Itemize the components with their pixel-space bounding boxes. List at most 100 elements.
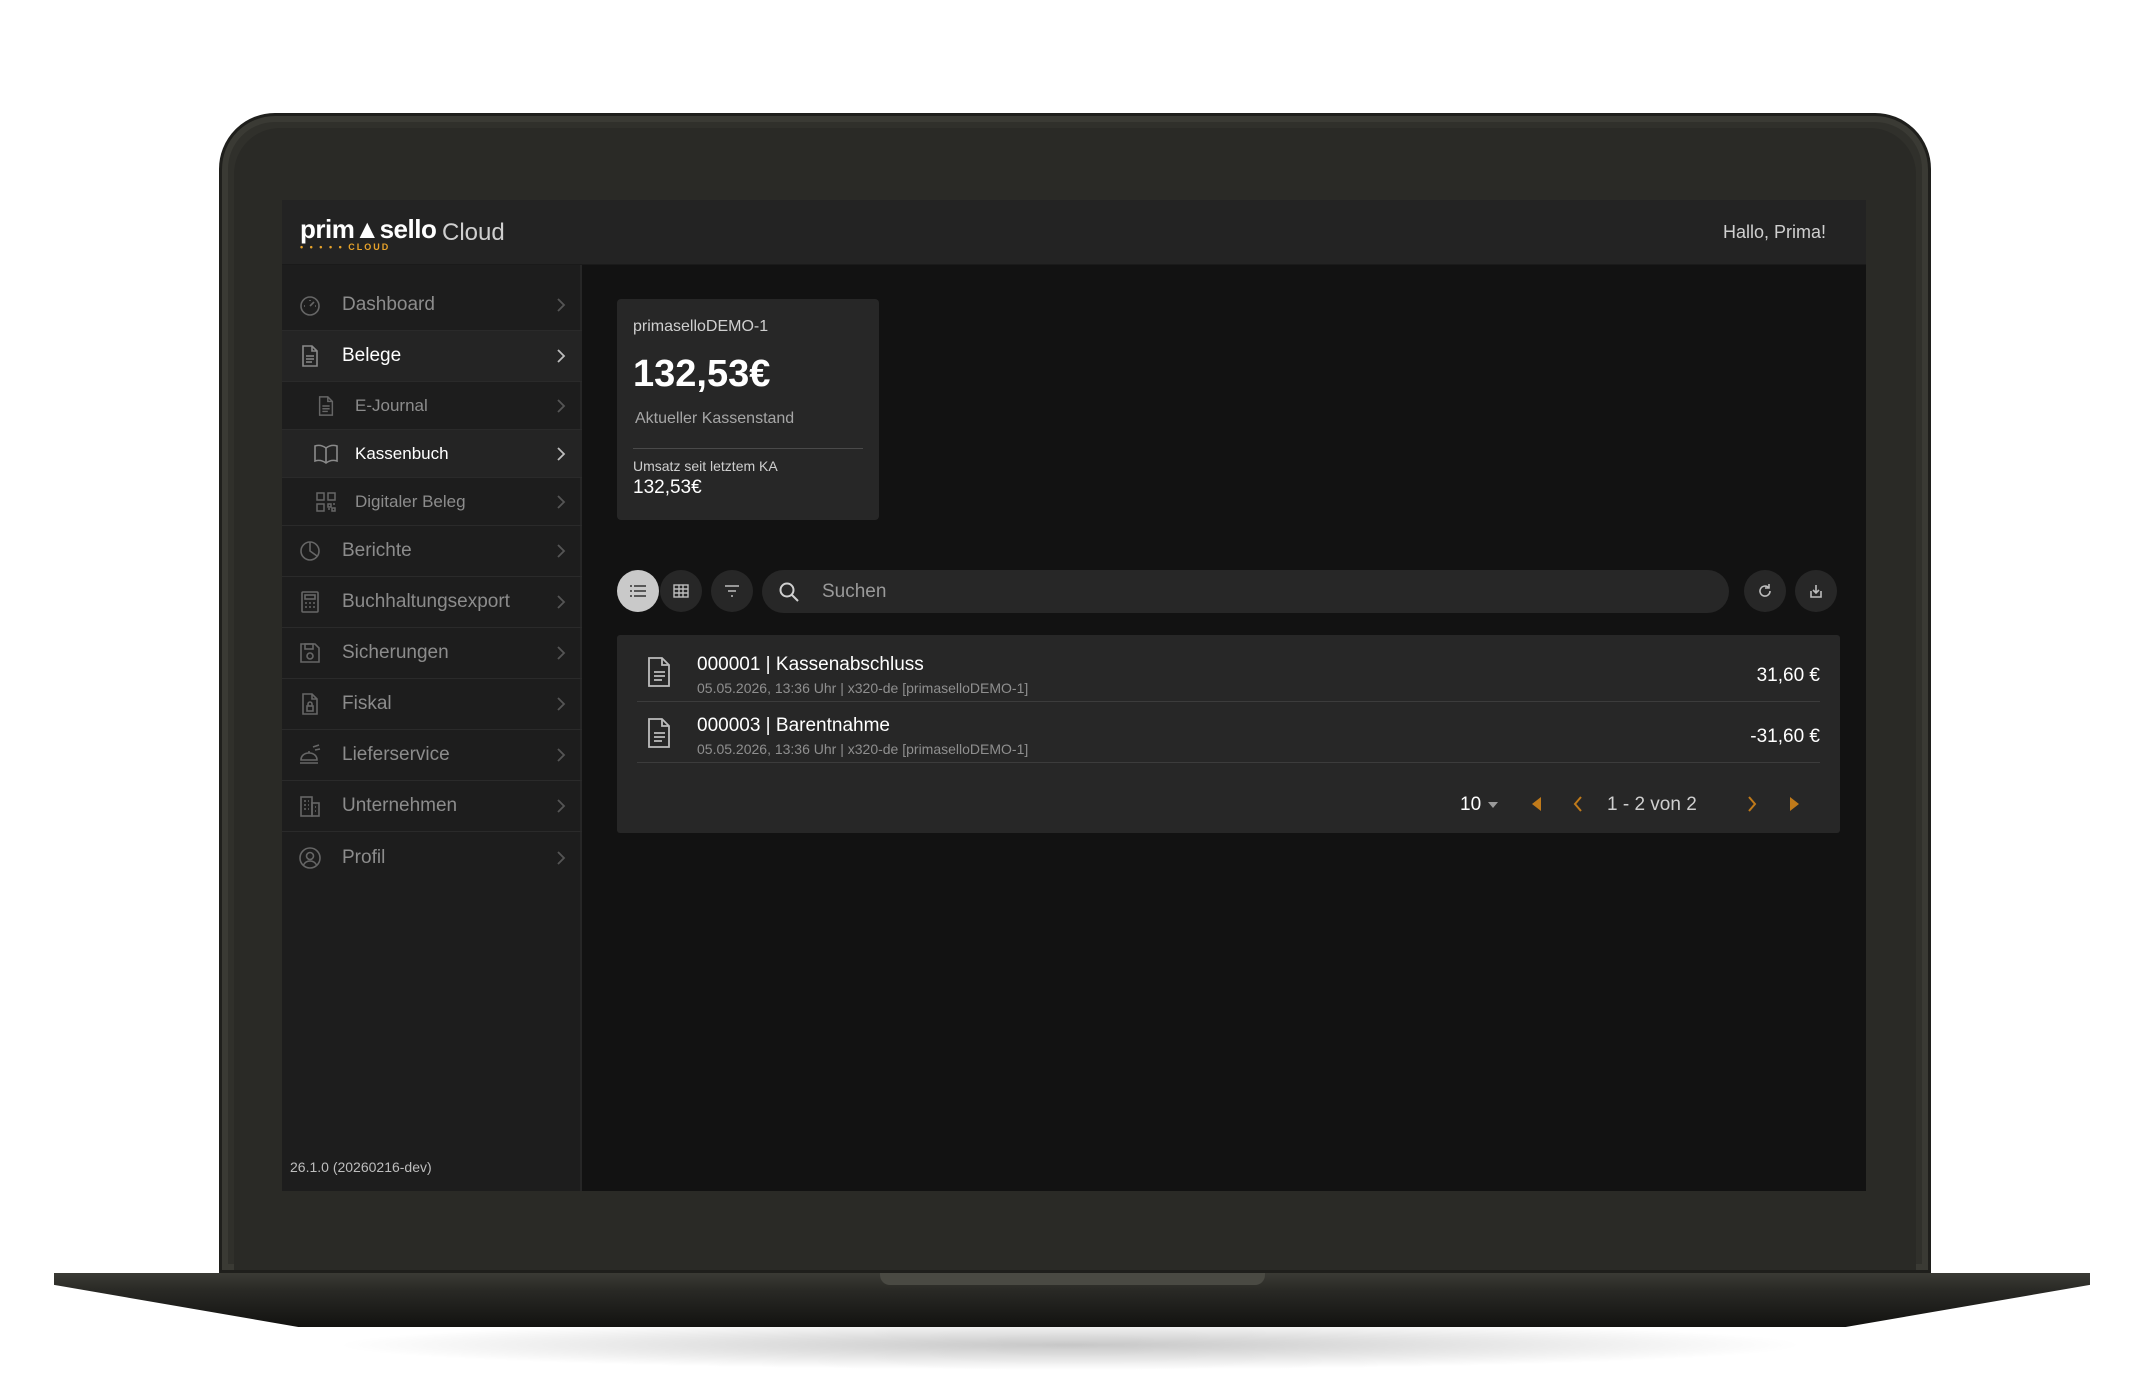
logo-wordmark: prim▲sello	[300, 214, 437, 244]
sidebar-item-fiskal[interactable]: Fiskal	[282, 679, 582, 730]
current-balance: 132,53€	[633, 353, 771, 395]
list-item[interactable]: 000001 | Kassenabschluss 05.05.2026, 13:…	[637, 641, 1820, 702]
sidebar-item-digitaler-beleg[interactable]: Digitaler Beleg	[282, 478, 582, 526]
list-icon	[630, 585, 646, 597]
cash-register-card[interactable]: primaselloDEMO-1 132,53€ Aktueller Kasse…	[617, 299, 879, 520]
sidebar-item-dashboard[interactable]: Dashboard	[282, 280, 582, 331]
last-page-icon	[1790, 797, 1799, 811]
register-name: primaselloDEMO-1	[633, 318, 769, 335]
user-greeting[interactable]: Hallo, Prima!	[1723, 222, 1826, 243]
save-icon	[296, 639, 324, 667]
pagination: 10 1 - 2 von 2	[1460, 790, 1820, 818]
app-version: 26.1.0 (20260216-dev)	[290, 1159, 432, 1175]
filter-icon	[725, 585, 739, 597]
chevron-right-icon	[557, 298, 566, 312]
building-icon	[296, 792, 324, 820]
page-size-value: 10	[1460, 794, 1482, 815]
caret-down-icon	[1488, 802, 1498, 808]
sidebar-item-label: Unternehmen	[342, 795, 458, 816]
chevron-right-icon	[557, 398, 566, 413]
sidebar-item-kassenbuch[interactable]: Kassenbuch	[282, 430, 582, 478]
qr-code-icon	[312, 488, 340, 516]
sidebar-item-sicherungen[interactable]: Sicherungen	[282, 628, 582, 679]
list-item-meta: 05.05.2026, 13:36 Uhr | x320-de [primase…	[697, 680, 1029, 696]
sidebar-item-unternehmen[interactable]: Unternehmen	[282, 781, 582, 832]
previous-page-button[interactable]	[1566, 792, 1590, 816]
gauge-icon	[296, 291, 324, 319]
document-icon	[312, 392, 340, 420]
refresh-icon	[1759, 584, 1771, 597]
list-item-title: 000003 | Barentnahme	[697, 715, 890, 736]
table-icon	[673, 584, 689, 598]
chevron-left-icon	[1573, 796, 1582, 812]
sidebar-item-label: Profil	[342, 846, 386, 868]
chevron-right-icon	[557, 446, 566, 461]
lock-document-icon	[296, 690, 324, 718]
next-page-button[interactable]	[1740, 792, 1764, 816]
sidebar-item-label: E-Journal	[355, 395, 428, 415]
app-name: Cloud	[442, 219, 505, 246]
list-item-title: 000001 | Kassenabschluss	[697, 654, 924, 675]
list-view-button[interactable]	[617, 570, 659, 612]
search-icon	[779, 582, 799, 602]
sidebar-item-label: Berichte	[342, 540, 412, 561]
list-item-meta: 05.05.2026, 13:36 Uhr | x320-de [primase…	[697, 741, 1029, 757]
primasello-logo[interactable]: prim▲sello • • • • • CLOUD	[300, 214, 437, 254]
laptop-notch	[880, 1273, 1265, 1285]
pie-chart-icon	[296, 537, 324, 565]
chevron-right-icon	[557, 697, 566, 711]
sidebar-item-lieferservice[interactable]: Lieferservice	[282, 730, 582, 781]
chevron-right-icon	[1748, 796, 1757, 812]
download-icon	[1810, 585, 1822, 598]
chevron-right-icon	[557, 799, 566, 813]
current-balance-label: Aktueller Kassenstand	[635, 410, 795, 427]
grid-view-button[interactable]	[660, 570, 702, 612]
search-input[interactable]	[822, 570, 1702, 613]
user-icon	[296, 844, 324, 872]
sidebar-item-label: Lieferservice	[342, 744, 450, 765]
delivery-icon	[296, 741, 324, 769]
filter-button[interactable]	[711, 570, 753, 612]
app-screen: prim▲sello • • • • • CLOUD Cloud Hallo, …	[282, 200, 1866, 1191]
refresh-button[interactable]	[1744, 570, 1786, 612]
revenue-since-ka-value: 132,53€	[633, 477, 702, 498]
sidebar-item-label: Buchhaltungsexport	[342, 591, 510, 612]
sidebar-item-buchhaltungsexport[interactable]: Buchhaltungsexport	[282, 577, 582, 628]
chevron-right-icon	[557, 748, 566, 762]
last-page-button[interactable]	[1783, 792, 1807, 816]
sidebar-item-berichte[interactable]: Berichte	[282, 526, 582, 577]
document-icon	[648, 657, 670, 687]
list-toolbar	[617, 568, 1837, 613]
calculator-icon	[296, 588, 324, 616]
book-icon	[312, 440, 340, 468]
card-divider	[633, 448, 863, 449]
revenue-since-ka-label: Umsatz seit letztem KA	[633, 458, 778, 474]
chevron-right-icon	[557, 646, 566, 660]
chevron-right-icon	[557, 595, 566, 609]
sidebar: Dashboard Belege E-Journal Kassenbuch Di…	[282, 265, 582, 1191]
laptop-shadow	[330, 1320, 1810, 1370]
sidebar-item-belege[interactable]: Belege	[282, 331, 582, 382]
chevron-right-icon	[557, 494, 566, 509]
search-bar[interactable]	[762, 570, 1729, 613]
chevron-right-icon	[557, 349, 566, 363]
receipt-list: 000001 | Kassenabschluss 05.05.2026, 13:…	[617, 635, 1840, 833]
first-page-icon	[1532, 797, 1541, 811]
sidebar-item-e-journal[interactable]: E-Journal	[282, 382, 582, 430]
logo-subtitle: • • • • • CLOUD	[300, 242, 391, 252]
document-icon	[296, 342, 324, 370]
first-page-button[interactable]	[1524, 792, 1548, 816]
sidebar-item-label: Digitaler Beleg	[355, 491, 466, 511]
sidebar-item-label: Fiskal	[342, 693, 392, 714]
sidebar-item-label: Kassenbuch	[355, 443, 449, 463]
list-item[interactable]: 000003 | Barentnahme 05.05.2026, 13:36 U…	[637, 702, 1820, 763]
chevron-right-icon	[557, 850, 566, 865]
sidebar-item-label: Sicherungen	[342, 642, 449, 663]
sidebar-item-profil[interactable]: Profil	[282, 832, 582, 883]
top-bar: prim▲sello • • • • • CLOUD Cloud Hallo, …	[282, 200, 1866, 265]
chevron-right-icon	[557, 544, 566, 558]
document-icon	[648, 718, 670, 748]
list-item-amount: 31,60 €	[1756, 665, 1820, 686]
export-button[interactable]	[1795, 570, 1837, 612]
page-range: 1 - 2 von 2	[1607, 794, 1697, 815]
